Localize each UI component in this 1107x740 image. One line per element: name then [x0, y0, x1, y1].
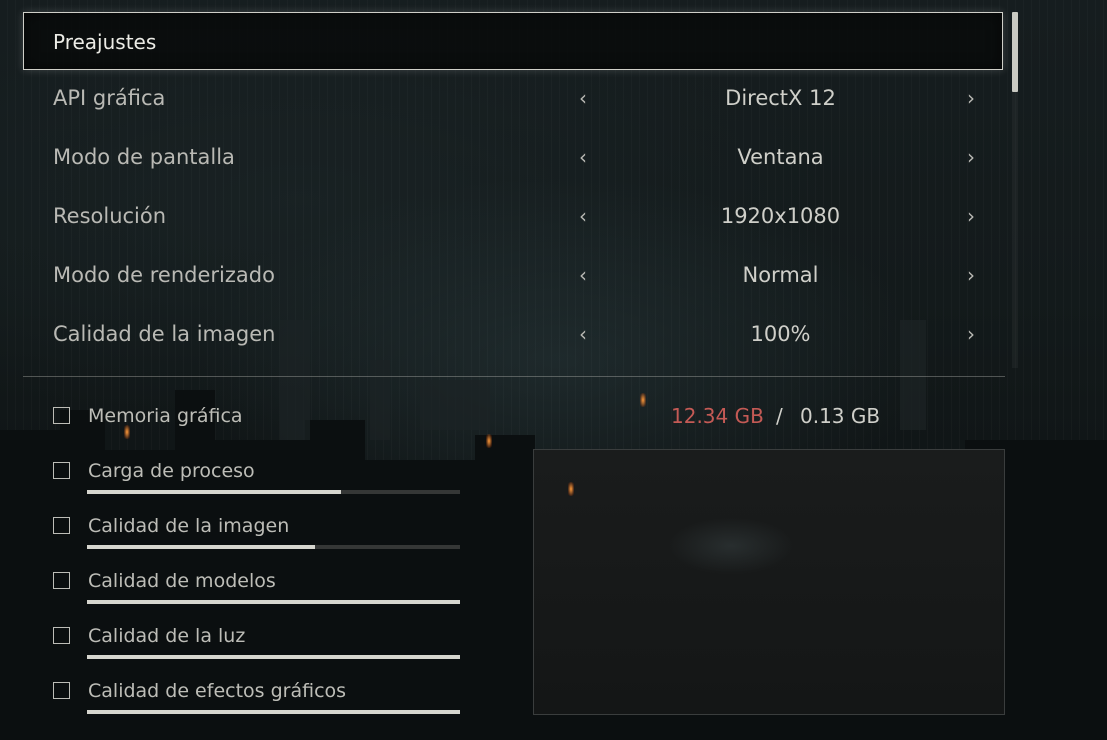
model-quality-label: Calidad de modelos: [88, 570, 276, 592]
chevron-right-icon[interactable]: ›: [967, 145, 975, 169]
process-load-bar-fill: [87, 490, 341, 494]
chevron-left-icon[interactable]: ‹: [579, 86, 587, 110]
chevron-left-icon[interactable]: ‹: [579, 145, 587, 169]
presets-row[interactable]: Preajustes: [23, 12, 1003, 70]
memory-used-value: 12.34 GB: [671, 404, 764, 428]
memory-label: Memoria gráfica: [88, 405, 243, 427]
light-quality-checkbox[interactable]: [53, 627, 70, 644]
settings-scrollbar[interactable]: [1012, 12, 1018, 368]
model-quality-bar-fill: [87, 600, 460, 604]
effects-quality-bar-fill: [87, 710, 460, 714]
setting-row-image-quality[interactable]: Calidad de la imagen ‹ 100% ›: [23, 310, 1003, 362]
setting-label: Calidad de la imagen: [53, 322, 276, 346]
chevron-right-icon[interactable]: ›: [967, 263, 975, 287]
ember-light: [640, 393, 646, 407]
chevron-right-icon[interactable]: ›: [967, 322, 975, 346]
graphics-settings-screen: Preajustes API gráfica ‹ DirectX 12 › Mo…: [0, 0, 1107, 740]
setting-label: Modo de pantalla: [53, 145, 235, 169]
chevron-left-icon[interactable]: ‹: [579, 263, 587, 287]
image-quality-label: Calidad de la imagen: [88, 515, 290, 537]
memory-separator: /: [776, 404, 783, 428]
setting-row-rendering-mode[interactable]: Modo de renderizado ‹ Normal ›: [23, 251, 1003, 303]
preview-panel: [533, 449, 1005, 715]
chevron-left-icon[interactable]: ‹: [579, 322, 587, 346]
ember-light: [568, 482, 574, 496]
setting-value: 100%: [750, 322, 811, 346]
setting-label: API gráfica: [53, 86, 166, 110]
setting-value: Ventana: [737, 145, 824, 169]
effects-quality-label: Calidad de efectos gráficos: [88, 680, 347, 702]
effects-quality-bar: [87, 710, 460, 714]
process-load-checkbox[interactable]: [53, 462, 70, 479]
setting-value: 1920x1080: [720, 204, 841, 228]
setting-row-resolution[interactable]: Resolución ‹ 1920x1080 ›: [23, 192, 1003, 244]
model-quality-checkbox[interactable]: [53, 572, 70, 589]
memory-total-value: 0.13 GB: [800, 404, 881, 428]
image-quality-checkbox[interactable]: [53, 517, 70, 534]
effects-quality-checkbox[interactable]: [53, 682, 70, 699]
chevron-right-icon[interactable]: ›: [967, 86, 975, 110]
image-quality-bar: [87, 545, 460, 549]
chevron-right-icon[interactable]: ›: [967, 204, 975, 228]
setting-label: Resolución: [53, 204, 167, 228]
presets-label: Preajustes: [53, 30, 157, 54]
scroll-thumb[interactable]: [1012, 12, 1018, 92]
light-quality-bar: [87, 655, 460, 659]
image-quality-bar-fill: [87, 545, 315, 549]
light-quality-bar-fill: [87, 655, 460, 659]
memory-checkbox[interactable]: [53, 407, 70, 424]
setting-row-display-mode[interactable]: Modo de pantalla ‹ Ventana ›: [23, 133, 1003, 185]
setting-row-graphics-api[interactable]: API gráfica ‹ DirectX 12 ›: [23, 74, 1003, 126]
ember-light: [486, 434, 492, 448]
section-divider: [23, 376, 1005, 377]
setting-label: Modo de renderizado: [53, 263, 275, 287]
process-load-label: Carga de proceso: [88, 460, 255, 482]
chevron-left-icon[interactable]: ‹: [579, 204, 587, 228]
ember-light: [124, 425, 130, 439]
process-load-bar: [87, 490, 460, 494]
setting-value: Normal: [742, 263, 819, 287]
light-quality-label: Calidad de la luz: [88, 625, 246, 647]
model-quality-bar: [87, 600, 460, 604]
setting-value: DirectX 12: [725, 86, 836, 110]
